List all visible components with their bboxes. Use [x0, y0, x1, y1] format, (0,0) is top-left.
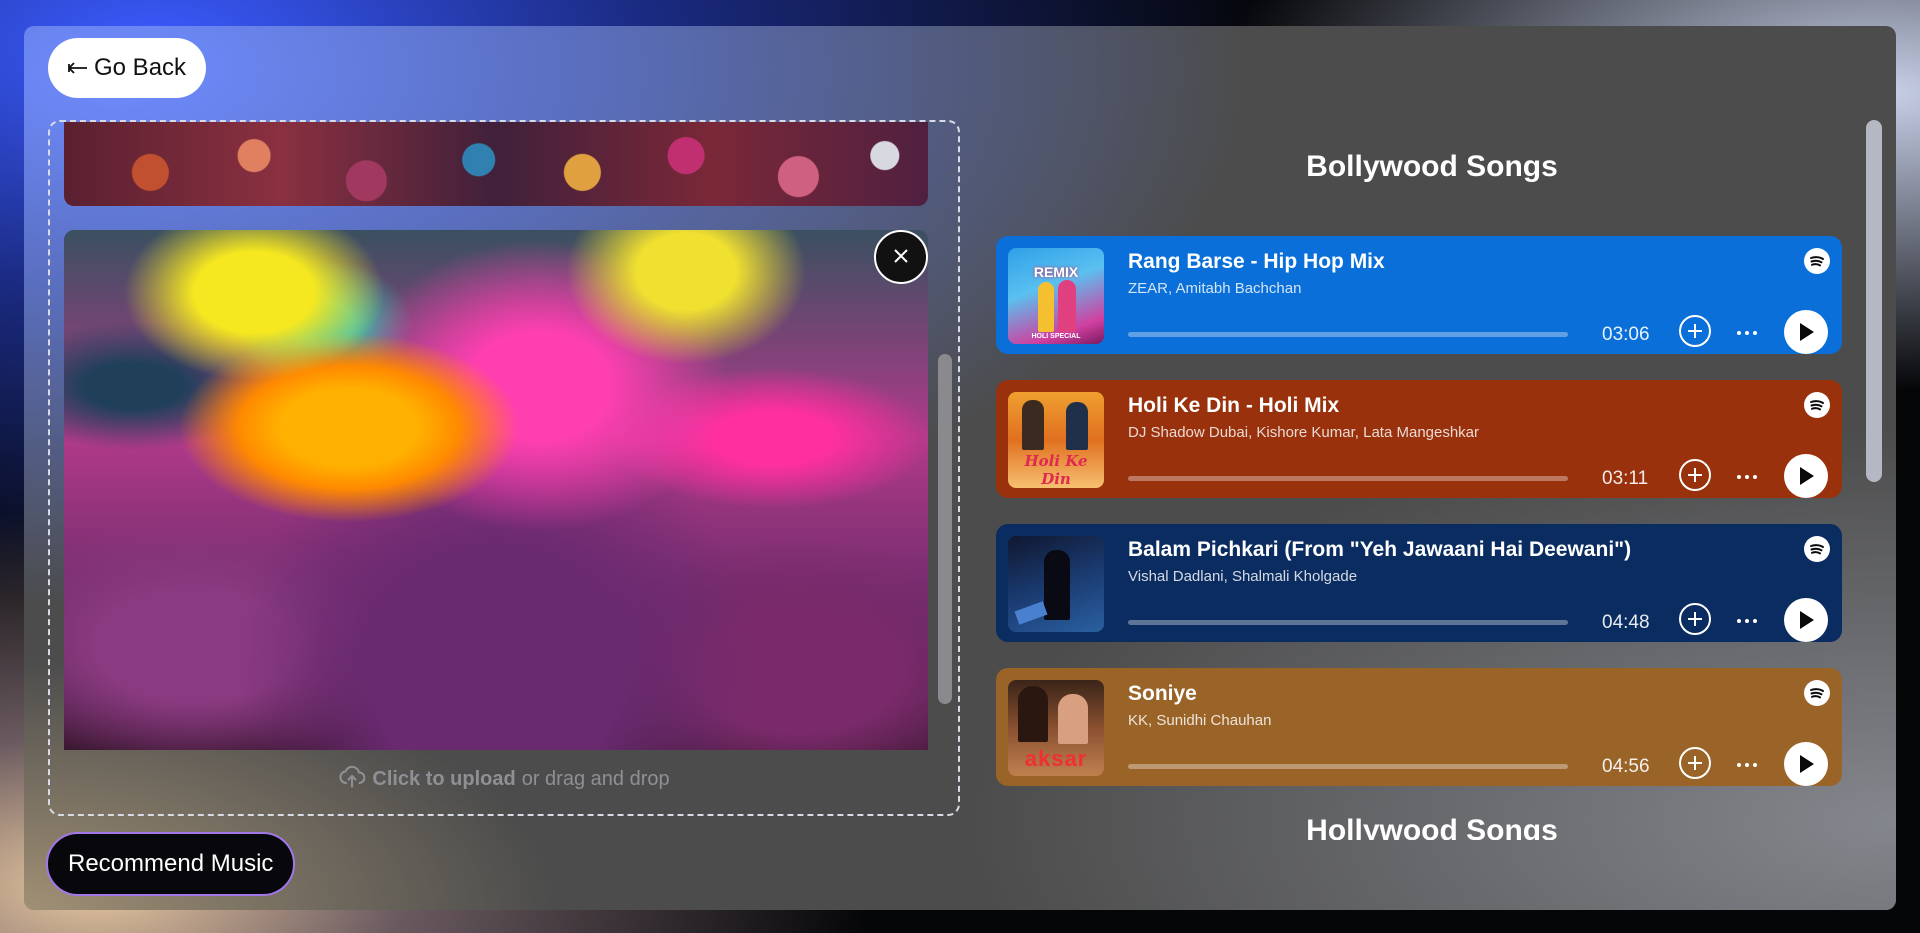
- song-title: Soniye: [1128, 682, 1197, 705]
- remove-image-button[interactable]: [874, 230, 928, 284]
- spotify-icon[interactable]: [1804, 536, 1830, 562]
- progress-bar[interactable]: [1128, 764, 1568, 769]
- cover-remix-text: REMIX: [1033, 264, 1079, 280]
- progress-bar[interactable]: [1128, 476, 1568, 481]
- spotify-icon[interactable]: [1804, 248, 1830, 274]
- add-to-playlist-button[interactable]: [1678, 602, 1712, 636]
- song-list: Bollywood Songs REMIX HOLI SPECIAL Rang …: [996, 120, 1868, 840]
- cover-figure: [1018, 686, 1048, 742]
- song-info: Soniye KK, Sunidhi Chauhan 04:56: [1128, 680, 1830, 786]
- play-button[interactable]: [1784, 742, 1828, 786]
- song-duration: 03:11: [1602, 468, 1649, 489]
- play-icon: [1800, 467, 1814, 485]
- click-to-upload-text[interactable]: Click to upload: [372, 768, 515, 791]
- play-button[interactable]: [1784, 310, 1828, 354]
- spotify-icon[interactable]: [1804, 392, 1830, 418]
- song-duration: 03:06: [1602, 324, 1650, 345]
- cover-figure: [1022, 400, 1044, 450]
- more-dot: [1737, 331, 1741, 335]
- plus-circle-icon: [1679, 315, 1711, 347]
- cover-figure: [1066, 402, 1088, 450]
- add-to-playlist-button[interactable]: [1678, 458, 1712, 492]
- main-panel: Go Back Click to upload or drag and drop…: [24, 26, 1896, 910]
- cover-figure: [1058, 280, 1076, 332]
- plus-circle-icon: [1679, 747, 1711, 779]
- plus-circle-icon: [1679, 603, 1711, 635]
- spotify-icon[interactable]: [1804, 680, 1830, 706]
- add-to-playlist-button[interactable]: [1678, 314, 1712, 348]
- plus-circle-icon: [1679, 459, 1711, 491]
- album-cover: [1008, 536, 1104, 632]
- more-dot: [1737, 619, 1741, 623]
- cover-figure: [1044, 550, 1070, 620]
- cover-aksar-text: aksar: [1024, 746, 1088, 771]
- more-dot: [1737, 763, 1741, 767]
- more-options-button[interactable]: [1732, 606, 1762, 636]
- recommend-music-button[interactable]: Recommend Music: [46, 832, 296, 896]
- song-card[interactable]: Balam Pichkari (From "Yeh Jawaani Hai De…: [996, 524, 1842, 642]
- image-upload-dropzone[interactable]: Click to upload or drag and drop: [48, 120, 960, 816]
- song-info: Rang Barse - Hip Hop Mix ZEAR, Amitabh B…: [1128, 248, 1830, 354]
- song-artist: ZEAR, Amitabh Bachchan: [1128, 280, 1302, 297]
- cover-figure: [1058, 694, 1088, 744]
- more-dot: [1745, 763, 1749, 767]
- more-dot: [1753, 331, 1757, 335]
- song-title: Holi Ke Din - Holi Mix: [1128, 394, 1340, 417]
- more-options-button[interactable]: [1732, 462, 1762, 492]
- song-duration: 04:48: [1602, 612, 1650, 633]
- cover-holi-special-text: HOLI SPECIAL: [1031, 333, 1081, 340]
- more-dot: [1737, 475, 1741, 479]
- song-artist: KK, Sunidhi Chauhan: [1128, 712, 1272, 729]
- cover-holi-ke-din-text: Holi Ke Din: [1024, 452, 1088, 488]
- song-card[interactable]: Holi Ke Din Holi Ke Din - Holi Mix DJ Sh…: [996, 380, 1842, 498]
- upload-hint[interactable]: Click to upload or drag and drop: [50, 762, 958, 796]
- song-list-scrollbar[interactable]: [1866, 120, 1882, 482]
- song-duration: 04:56: [1602, 756, 1650, 777]
- cover-figure: [1038, 282, 1054, 332]
- more-options-button[interactable]: [1732, 318, 1762, 348]
- more-dot: [1745, 331, 1749, 335]
- cloud-upload-icon: [338, 762, 366, 796]
- song-title: Rang Barse - Hip Hop Mix: [1128, 250, 1385, 273]
- add-to-playlist-button[interactable]: [1678, 746, 1712, 780]
- uploaded-image-thumbnail: [64, 122, 928, 206]
- go-back-label: Go Back: [94, 54, 187, 81]
- song-title: Balam Pichkari (From "Yeh Jawaani Hai De…: [1128, 538, 1632, 561]
- progress-bar[interactable]: [1128, 332, 1568, 337]
- album-cover: REMIX HOLI SPECIAL: [1008, 248, 1104, 344]
- more-dot: [1745, 619, 1749, 623]
- play-icon: [1800, 323, 1814, 341]
- arrow-left-icon: [68, 54, 88, 82]
- upload-scrollbar[interactable]: [938, 354, 952, 704]
- more-dot: [1753, 619, 1757, 623]
- song-info: Holi Ke Din - Holi Mix DJ Shadow Dubai, …: [1128, 392, 1830, 498]
- song-artist: Vishal Dadlani, Shalmali Kholgade: [1128, 568, 1358, 585]
- song-info: Balam Pichkari (From "Yeh Jawaani Hai De…: [1128, 536, 1830, 642]
- uploaded-image-preview: [64, 230, 928, 750]
- more-dot: [1745, 475, 1749, 479]
- play-icon: [1800, 611, 1814, 629]
- play-button[interactable]: [1784, 598, 1828, 642]
- progress-bar[interactable]: [1128, 620, 1568, 625]
- song-card[interactable]: aksar Soniye KK, Sunidhi Chauhan 04:56: [996, 668, 1842, 786]
- album-cover: aksar: [1008, 680, 1104, 776]
- more-options-button[interactable]: [1732, 750, 1762, 780]
- song-card[interactable]: REMIX HOLI SPECIAL Rang Barse - Hip Hop …: [996, 236, 1842, 354]
- play-button[interactable]: [1784, 454, 1828, 498]
- close-icon: [893, 248, 909, 267]
- album-cover: Holi Ke Din: [1008, 392, 1104, 488]
- cover-title-graphic: [1014, 601, 1048, 625]
- play-icon: [1800, 755, 1814, 773]
- more-dot: [1753, 475, 1757, 479]
- song-artist: DJ Shadow Dubai, Kishore Kumar, Lata Man…: [1128, 424, 1480, 441]
- drag-drop-text: or drag and drop: [521, 767, 670, 790]
- more-dot: [1753, 763, 1757, 767]
- section-title-hollywood: Hollywood Songs: [1306, 814, 1558, 840]
- section-title-bollywood: Bollywood Songs: [1306, 150, 1558, 183]
- go-back-button[interactable]: Go Back: [48, 38, 207, 98]
